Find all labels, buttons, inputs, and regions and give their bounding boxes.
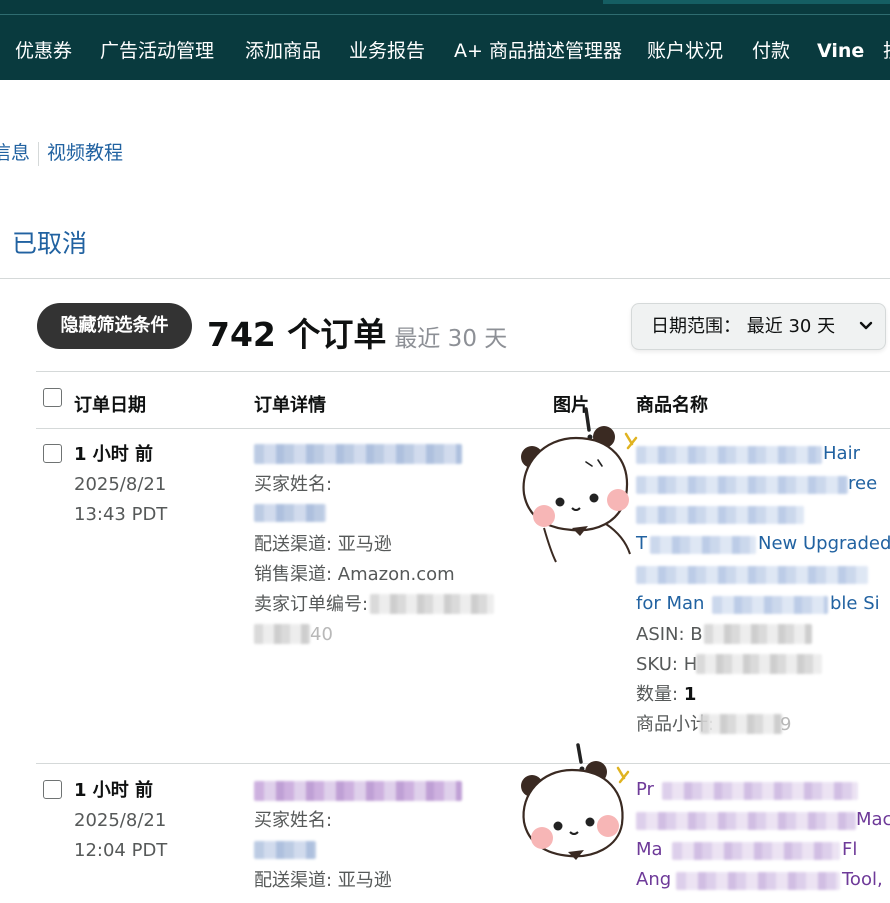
fulfillment-channel: 配送渠道: 亚马逊 [254,534,392,555]
item-subtotal-tail: 9 [780,714,792,735]
order-id-link-redacted[interactable] [254,444,462,464]
product-title-fragment[interactable]: Fl [842,835,857,865]
quantity-label: 数量: [636,684,679,705]
row-checkbox[interactable] [43,444,62,463]
row-checkbox[interactable] [43,780,62,799]
order-id-link-redacted[interactable] [254,781,462,801]
top-navigation-bar: 优惠券 广告活动管理 添加商品 业务报告 A+ 商品描述管理器 账户状况 付款 … [0,0,890,80]
nav-item-campaign-manager[interactable]: 广告活动管理 [100,36,214,66]
panda-sticker-icon [521,743,630,860]
sales-channel: 销售渠道: Amazon.com [254,564,455,585]
order-date: 2025/8/21 [74,474,167,495]
table-header-bottom-border [36,428,890,429]
help-links: 信息 视频教程 [0,138,123,166]
hide-filters-button[interactable]: 隐藏筛选条件 [37,303,192,349]
nav-item-coupons[interactable]: 优惠券 [15,36,72,66]
product-title-fragment[interactable]: ble Si [830,589,880,619]
nav-item-overflow[interactable]: 技 [883,36,890,66]
product-title-fragment[interactable]: ree [848,469,877,499]
quantity: 数量: 1 [636,680,696,710]
asin-redacted [704,624,812,644]
asin-label: ASIN: B [636,624,703,645]
order-age: 1 小时 前 [74,780,154,801]
product-title-redacted[interactable] [650,536,756,554]
nav-item-business-reports[interactable]: 业务报告 [349,36,425,66]
nav-item-account-health[interactable]: 账户状况 [647,36,723,66]
date-range-select[interactable]: 日期范围： 最近 30 天 [631,303,886,350]
column-header-order-date[interactable]: 订单日期 [74,391,146,417]
nav-item-payments[interactable]: 付款 [752,36,790,66]
product-title-redacted[interactable] [636,812,856,830]
column-header-order-details: 订单详情 [254,395,326,416]
link-separator [38,141,40,166]
product-title-redacted[interactable] [636,446,822,464]
seller-order-id-tail: 40 [310,624,333,645]
order-age: 1 小时 前 [74,444,154,465]
buyer-name-label: 买家姓名: [254,474,333,495]
seller-order-id-redacted [370,594,494,614]
order-count-heading: 742 个订单 最近 30 天 [207,308,507,356]
product-title-redacted[interactable] [662,782,858,800]
seller-order-id-redacted-2 [254,624,310,644]
nav-divider [0,14,890,15]
seller-order-id-label: 卖家订单编号: [254,594,369,615]
item-subtotal-redacted [700,714,782,734]
order-count: 742 个订单 [207,315,387,354]
product-title-redacted[interactable] [636,506,804,524]
product-title-fragment[interactable]: Hair [823,439,860,469]
row-divider [36,763,890,764]
buyer-name-label: 买家姓名: [254,810,333,831]
buyer-name-redacted[interactable] [254,504,326,522]
panda-sticker-icon [521,407,638,563]
sku-redacted [696,654,822,674]
order-time: 12:04 PDT [74,840,168,861]
product-title-redacted[interactable] [712,596,828,614]
main-menu: 优惠券 广告活动管理 添加商品 业务报告 A+ 商品描述管理器 账户状况 付款 … [0,36,890,66]
video-tutorial-link[interactable]: 视频教程 [47,142,123,164]
order-date: 2025/8/21 [74,810,167,831]
product-title-fragment[interactable]: for Man [636,589,704,619]
date-range-label: 日期范围： 最近 30 天 [651,316,836,337]
product-title-redacted[interactable] [672,842,840,860]
select-all-checkbox[interactable] [43,388,62,407]
table-header-top-border [36,371,890,372]
product-title-redacted[interactable] [676,872,840,890]
tab-divider [0,278,890,279]
column-header-product-name[interactable]: 商品名称 [636,391,708,417]
product-title-redacted[interactable] [636,566,868,584]
tab-cancelled[interactable]: 已取消 [12,224,87,260]
sku-label: SKU: H [636,654,698,675]
product-title-fragment[interactable]: Mac [856,805,890,835]
nav-item-add-products[interactable]: 添加商品 [245,36,321,66]
buyer-name-redacted[interactable] [254,841,316,859]
quantity-value: 1 [683,684,697,705]
order-time: 13:43 PDT [74,504,168,525]
nav-item-a-plus-content-manager[interactable]: A+ 商品描述管理器 [454,36,622,66]
nav-accent-strip [603,0,890,4]
product-title-fragment[interactable]: New Upgraded [758,529,890,559]
fulfillment-channel: 配送渠道: 亚马逊 [254,870,392,891]
info-link[interactable]: 信息 [0,142,30,164]
nav-item-vine[interactable]: Vine [817,36,864,66]
range-note: 最近 30 天 [394,326,508,352]
chevron-down-icon [859,321,873,330]
product-title-fragment[interactable]: Tool, [842,865,883,895]
product-title-redacted[interactable] [636,476,848,494]
